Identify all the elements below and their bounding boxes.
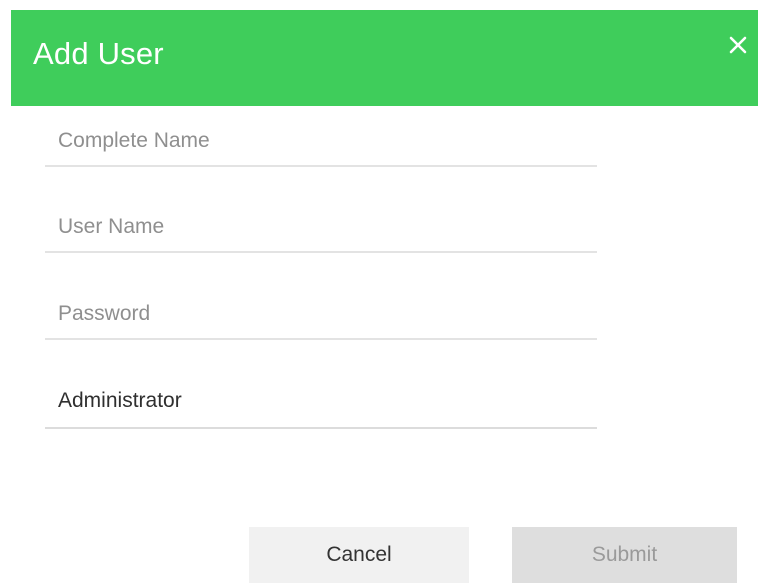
add-user-dialog: Add User Administrator Cancel Submit bbox=[0, 0, 758, 583]
dialog-header: Add User bbox=[11, 10, 758, 106]
password-field bbox=[45, 284, 597, 340]
complete-name-input[interactable] bbox=[58, 126, 588, 156]
user-name-input[interactable] bbox=[58, 212, 588, 242]
role-select[interactable]: Administrator bbox=[45, 372, 597, 429]
close-icon[interactable] bbox=[726, 32, 750, 58]
password-input[interactable] bbox=[58, 299, 588, 329]
role-select-value: Administrator bbox=[58, 389, 182, 412]
dialog-title: Add User bbox=[33, 36, 164, 71]
cancel-button[interactable]: Cancel bbox=[249, 527, 469, 583]
complete-name-field bbox=[45, 111, 597, 167]
submit-button[interactable]: Submit bbox=[512, 527, 737, 583]
user-name-field bbox=[45, 197, 597, 253]
